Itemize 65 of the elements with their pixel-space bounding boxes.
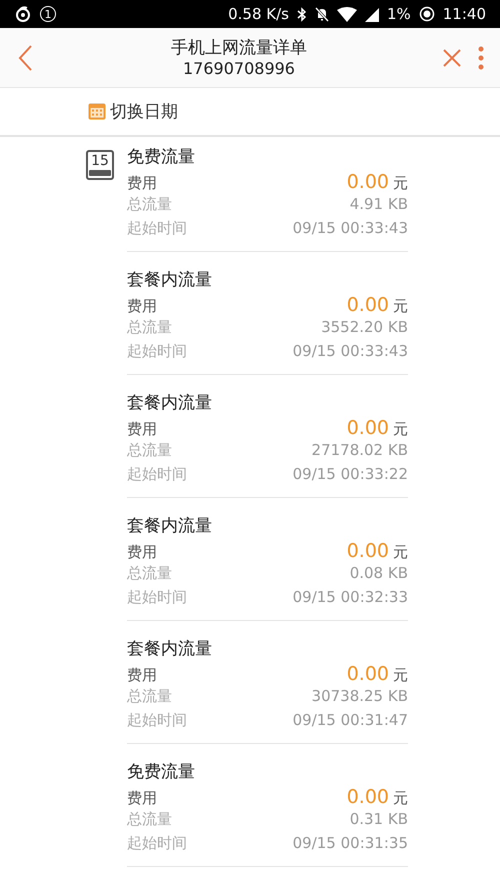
start-time-value: 09/15 00:33:22 — [292, 465, 408, 483]
notification-count: 1 — [40, 6, 56, 22]
traffic-type: 套餐内流量 — [127, 392, 213, 415]
total-traffic-value: 27178.02 KB — [312, 441, 408, 459]
fee-label: 费用 — [127, 297, 157, 316]
total-traffic-value: 0.08 KB — [350, 564, 408, 582]
fee-amount: 0.00 — [346, 540, 389, 562]
start-time-value: 09/15 00:32:33 — [292, 588, 408, 606]
start-time-label: 起始时间 — [127, 711, 187, 730]
currency-unit: 元 — [393, 420, 408, 439]
battery-ring-icon — [418, 6, 435, 22]
fee-label: 费用 — [127, 666, 157, 685]
traffic-type: 套餐内流量 — [127, 269, 213, 292]
calendar-icon — [88, 102, 106, 120]
total-traffic-label: 总流量 — [127, 441, 172, 460]
total-traffic-label: 总流量 — [127, 564, 172, 583]
signal-icon — [364, 6, 379, 22]
start-time-value: 09/15 00:31:35 — [292, 834, 408, 852]
more-dots-icon — [478, 46, 484, 70]
traffic-type: 免费流量 — [127, 761, 196, 784]
bluetooth-icon — [296, 6, 307, 22]
traffic-type: 套餐内流量 — [127, 515, 213, 538]
start-time-value: 09/15 00:33:43 — [292, 342, 408, 360]
close-icon — [442, 48, 462, 68]
currency-unit: 元 — [393, 789, 408, 808]
start-time-label: 起始时间 — [127, 834, 187, 853]
total-traffic-value: 4.91 KB — [350, 195, 408, 213]
switch-date-button[interactable]: 切换日期 — [88, 88, 178, 134]
total-traffic-label: 总流量 — [127, 810, 172, 829]
start-time-label: 起始时间 — [127, 465, 187, 484]
fee-amount: 0.00 — [346, 663, 389, 685]
traffic-type: 套餐内流量 — [127, 638, 213, 661]
phone-number: 17690708996 — [183, 58, 295, 78]
calendar-day-icon: 15 — [86, 150, 114, 180]
wifi-icon — [336, 6, 357, 22]
total-traffic-value: 3552.20 KB — [321, 318, 408, 336]
currency-unit: 元 — [393, 666, 408, 685]
currency-unit: 元 — [393, 174, 408, 193]
app-logo-icon — [14, 5, 32, 23]
muted-bell-icon — [314, 6, 329, 22]
start-time-label: 起始时间 — [127, 342, 187, 361]
start-time-label: 起始时间 — [127, 219, 187, 238]
total-traffic-label: 总流量 — [127, 687, 172, 706]
fee-label: 费用 — [127, 420, 157, 439]
total-traffic-value: 30738.25 KB — [312, 687, 408, 705]
fee-label: 费用 — [127, 789, 157, 808]
fee-label: 费用 — [127, 174, 157, 193]
start-time-label: 起始时间 — [127, 588, 187, 607]
fee-amount: 0.00 — [346, 294, 389, 316]
fee-amount: 0.00 — [346, 171, 389, 193]
traffic-type: 免费流量 — [127, 146, 196, 169]
total-traffic-value: 0.31 KB — [350, 810, 408, 828]
fee-amount: 0.00 — [346, 786, 389, 808]
clock: 11:40 — [442, 5, 486, 23]
network-speed: 0.58 K/s — [228, 5, 289, 23]
total-traffic-label: 总流量 — [127, 195, 172, 214]
page-title: 手机上网流量详单 — [171, 36, 307, 58]
currency-unit: 元 — [393, 543, 408, 562]
total-traffic-label: 总流量 — [127, 318, 172, 337]
currency-unit: 元 — [393, 297, 408, 316]
battery-percent: 1% — [386, 5, 411, 23]
fee-label: 费用 — [127, 543, 157, 562]
fee-amount: 0.00 — [346, 417, 389, 439]
start-time-value: 09/15 00:33:43 — [292, 219, 408, 237]
start-time-value: 09/15 00:31:47 — [292, 711, 408, 729]
